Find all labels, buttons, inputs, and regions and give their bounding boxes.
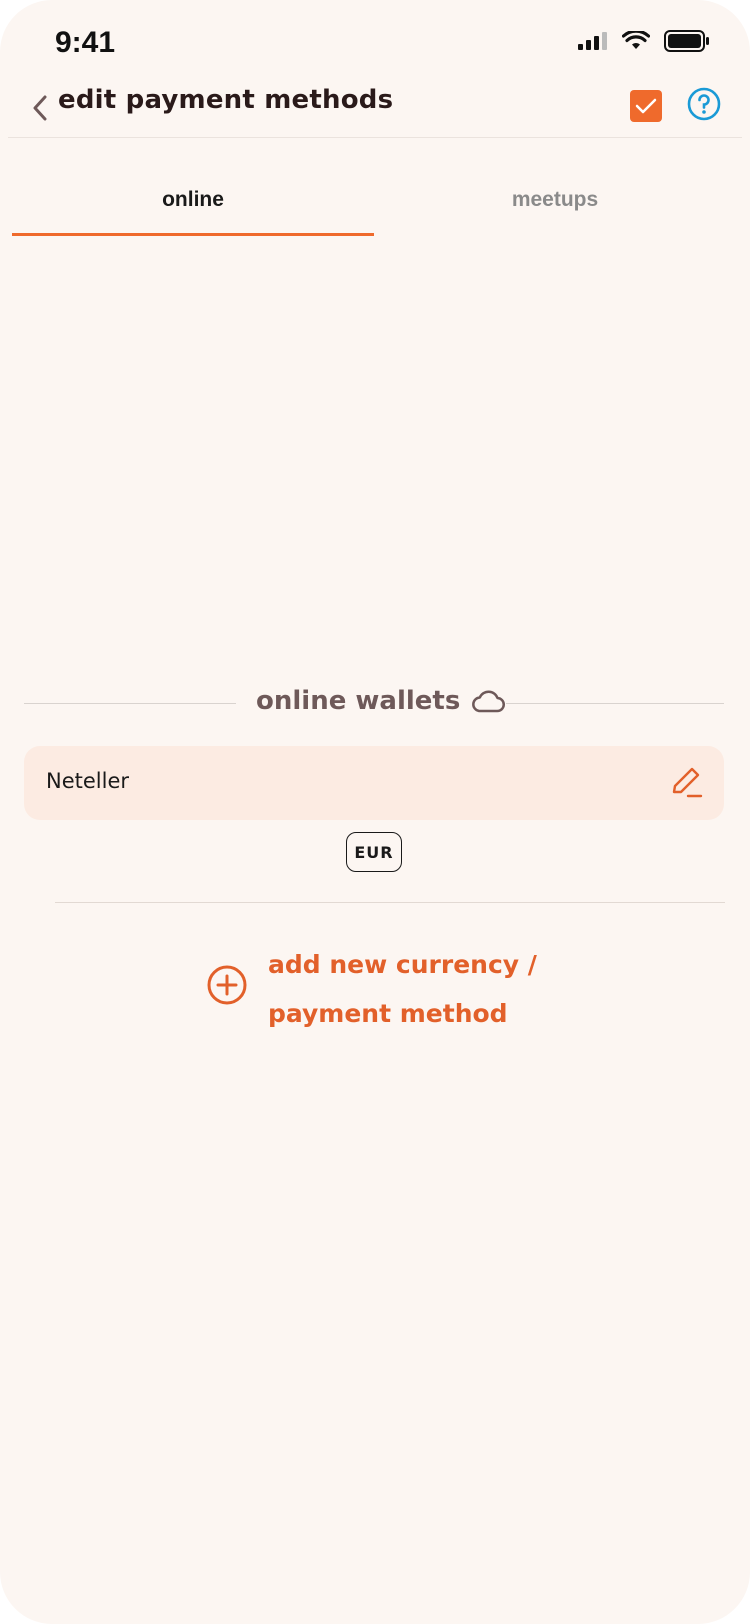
section-title: online wallets [256, 686, 506, 716]
add-payment-method-button[interactable]: add new currency / payment method [206, 940, 566, 1040]
page-title: edit payment methods [58, 85, 394, 115]
help-icon[interactable] [686, 86, 722, 122]
signal-icon [578, 32, 607, 50]
tab-online-label: online [162, 188, 224, 211]
section-divider-left [24, 703, 236, 704]
list-divider [55, 902, 725, 903]
back-button[interactable] [24, 88, 56, 128]
pencil-icon [672, 767, 703, 798]
wifi-icon [622, 31, 650, 49]
app-screen: 9:41 edit payment methods online meetups… [0, 0, 750, 1624]
top-bar: edit payment methods [0, 80, 750, 136]
edit-button[interactable] [668, 766, 704, 800]
checkmark-icon [635, 98, 657, 114]
currency-label: EUR [354, 842, 394, 862]
tab-online[interactable]: online [12, 170, 374, 236]
confirm-button[interactable] [630, 90, 662, 122]
chevron-left-icon [33, 95, 47, 121]
header-divider [8, 137, 742, 138]
status-bar: 9:41 [0, 0, 750, 88]
currency-badge: EUR [346, 832, 402, 872]
tab-bar: online meetups [12, 170, 738, 236]
battery-icon [664, 30, 709, 52]
section-divider-right [506, 703, 724, 704]
plus-circle-icon [207, 965, 247, 1005]
add-method-label-line1: add new currency / [268, 950, 537, 979]
status-icons [578, 30, 710, 52]
wallet-row-neteller[interactable]: Neteller [24, 746, 724, 820]
online-wallets-section-header: online wallets [24, 686, 724, 720]
add-method-label: add new currency / payment method [268, 940, 568, 1038]
wallet-name: Neteller [46, 769, 130, 793]
add-method-label-line2: payment method [268, 999, 508, 1028]
section-title-label: online wallets [256, 686, 461, 716]
tab-meetups-label: meetups [511, 188, 599, 211]
tab-meetups[interactable]: meetups [374, 170, 736, 236]
cloud-icon [472, 690, 506, 713]
status-time: 9:41 [55, 26, 116, 59]
